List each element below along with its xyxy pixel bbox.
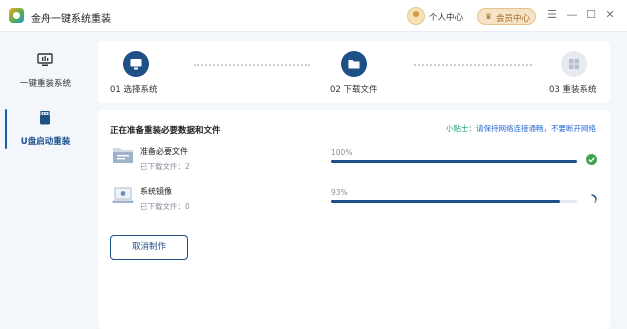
sidebar-item-label: U盘启动重装 <box>20 137 71 147</box>
folder-icon <box>113 148 133 163</box>
progress-bar-fill <box>331 200 560 203</box>
section-title: 正在准备重装必要数据和文件 <box>110 126 221 136</box>
step-connector <box>194 64 310 66</box>
step-3-label: 03 重装系统 <box>549 85 597 95</box>
progress-percent: 93% <box>331 188 348 197</box>
tip-text: 小贴士：请保持网络连接通畅，不要断开网络 <box>446 123 596 134</box>
step-1-circle <box>123 51 149 77</box>
main-panel: 正在准备重装必要数据和文件 小贴士：请保持网络连接通畅，不要断开网络 准备必要文… <box>98 110 610 329</box>
check-circle-icon <box>586 154 597 165</box>
close-icon[interactable]: ✕ <box>604 8 616 21</box>
monitor-icon <box>37 53 53 66</box>
windows-icon <box>569 59 579 69</box>
file-count: 已下载文件：0 <box>140 202 190 211</box>
progress-bar <box>331 200 577 203</box>
usb-drive-icon <box>40 111 50 125</box>
tip-prefix: 小贴士： <box>446 124 476 133</box>
vip-center-button[interactable]: ♛ 会员中心 <box>477 8 536 25</box>
progress-bar-fill <box>331 160 577 163</box>
title-bar: 金舟一键系统重装 个人中心 ♛ 会员中心 ☰ — ☐ ✕ <box>0 0 627 32</box>
step-2-circle <box>341 51 367 77</box>
sidebar-item-one-click-reinstall[interactable]: 一键重装系统 <box>0 45 91 105</box>
loading-spinner-icon <box>591 194 597 204</box>
app-logo <box>9 8 24 23</box>
list-item: 系统镜像 已下载文件：0 93% <box>110 184 598 224</box>
vip-center-label: 会员中心 <box>496 14 531 24</box>
minimize-icon[interactable]: — <box>566 8 578 21</box>
avatar[interactable] <box>407 7 425 25</box>
steps-panel: 01 选择系统 02 下载文件 03 重装系统 <box>98 41 610 103</box>
step-connector <box>414 64 532 66</box>
folder-icon <box>348 60 360 69</box>
menu-icon[interactable]: ☰ <box>546 8 558 21</box>
step-1-label: 01 选择系统 <box>110 85 158 95</box>
progress-bar <box>331 160 577 163</box>
file-count: 已下载文件：2 <box>140 162 190 171</box>
tip-body: 请保持网络连接通畅，不要断开网络 <box>476 124 596 133</box>
file-name: 系统镜像 <box>140 187 172 196</box>
disk-image-icon <box>112 187 134 203</box>
sidebar-item-usb-reinstall[interactable]: U盘启动重装 <box>0 103 91 163</box>
step-3-circle <box>561 51 587 77</box>
file-name: 准备必要文件 <box>140 147 188 156</box>
maximize-icon[interactable]: ☐ <box>585 8 597 21</box>
progress-percent: 100% <box>331 148 353 157</box>
monitor-icon <box>130 59 142 70</box>
sidebar-item-label: 一键重装系统 <box>19 79 71 89</box>
step-2-label: 02 下载文件 <box>330 85 378 95</box>
sidebar: 一键重装系统 U盘启动重装 <box>0 33 91 329</box>
user-center-link[interactable]: 个人中心 <box>429 11 463 23</box>
window-title: 金舟一键系统重装 <box>31 14 111 25</box>
crown-icon: ♛ <box>485 12 493 21</box>
list-item: 准备必要文件 已下载文件：2 100% <box>110 144 598 184</box>
cancel-button[interactable]: 取消制作 <box>110 235 188 260</box>
